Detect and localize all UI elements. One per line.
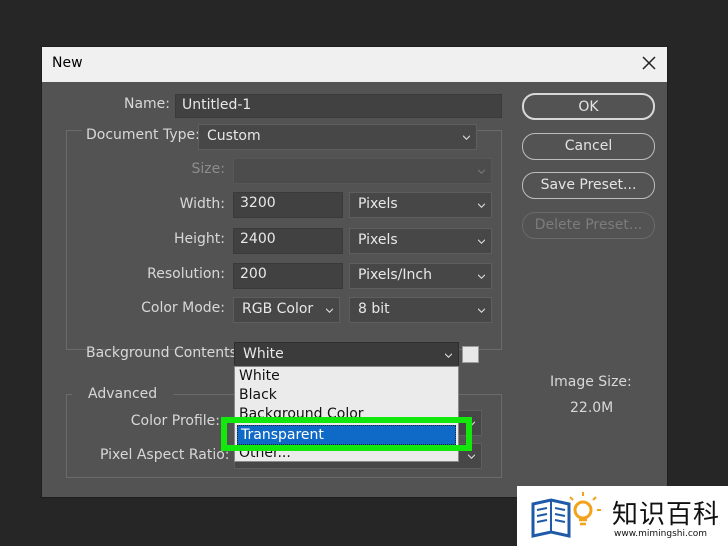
color-profile-label: Color Profile: [130,413,220,429]
resolution-label: Resolution: [147,266,225,282]
close-icon[interactable] [641,55,657,71]
width-unit-value: Pixels [358,196,398,212]
height-unit-select[interactable]: Pixels [349,228,492,254]
cancel-button[interactable]: Cancel [522,133,655,160]
resolution-input[interactable]: 200 [233,263,343,289]
delete-preset-button: Delete Preset... [522,212,655,239]
background-contents-select[interactable]: White [234,342,459,367]
watermark-logo: 知识百科 www.mimingshi.com [517,486,728,546]
bit-depth-select[interactable]: 8 bit [349,297,492,323]
height-label: Height: [174,231,225,247]
width-label: Width: [179,196,225,212]
save-preset-button[interactable]: Save Preset... [522,172,655,199]
chevron-down-icon [478,203,485,209]
chevron-down-icon [468,454,475,460]
dialog-title: New [52,55,83,71]
name-input[interactable]: Untitled-1 [175,94,502,118]
dialog-titlebar: New [42,47,667,82]
document-type-label: Document Type: [82,127,204,143]
chevron-down-icon [326,308,333,314]
color-mode-label: Color Mode: [141,300,225,316]
chevron-down-icon [445,353,452,359]
image-size-label: Image Size: [550,374,632,390]
document-type-value: Custom [207,128,261,144]
transparent-highlight-box [221,417,472,451]
chevron-down-icon [478,308,485,314]
chevron-down-icon [478,274,485,280]
size-label: Size: [191,161,225,177]
color-mode-value: RGB Color [242,301,314,317]
width-unit-select[interactable]: Pixels [349,192,492,218]
resolution-unit-value: Pixels/Inch [358,267,432,283]
ok-button[interactable]: OK [522,93,655,120]
dropdown-option-black[interactable]: Black [239,387,277,403]
height-input[interactable]: 2400 [233,228,343,254]
background-contents-value: White [243,346,284,362]
document-type-select[interactable]: Custom [198,124,477,150]
chevron-down-icon [478,169,485,175]
image-size-value: 22.0M [570,400,614,416]
pixel-aspect-ratio-label: Pixel Aspect Ratio: [100,447,230,463]
height-unit-value: Pixels [358,232,398,248]
chevron-down-icon [478,239,485,245]
bit-depth-value: 8 bit [358,301,390,317]
resolution-unit-select[interactable]: Pixels/Inch [349,263,492,289]
name-label: Name: [123,96,170,112]
book-bulb-icon [531,492,601,538]
width-input[interactable]: 3200 [233,192,343,218]
color-mode-select[interactable]: RGB Color [233,297,340,323]
background-color-swatch[interactable] [462,346,479,363]
chevron-down-icon [463,135,470,141]
advanced-label: Advanced [72,386,174,402]
watermark-url: www.mimingshi.com [614,529,708,539]
watermark-text: 知识百科 [612,500,721,530]
background-contents-label: Background Contents: [86,345,242,361]
size-select[interactable] [233,158,492,184]
dropdown-option-white[interactable]: White [239,368,280,384]
